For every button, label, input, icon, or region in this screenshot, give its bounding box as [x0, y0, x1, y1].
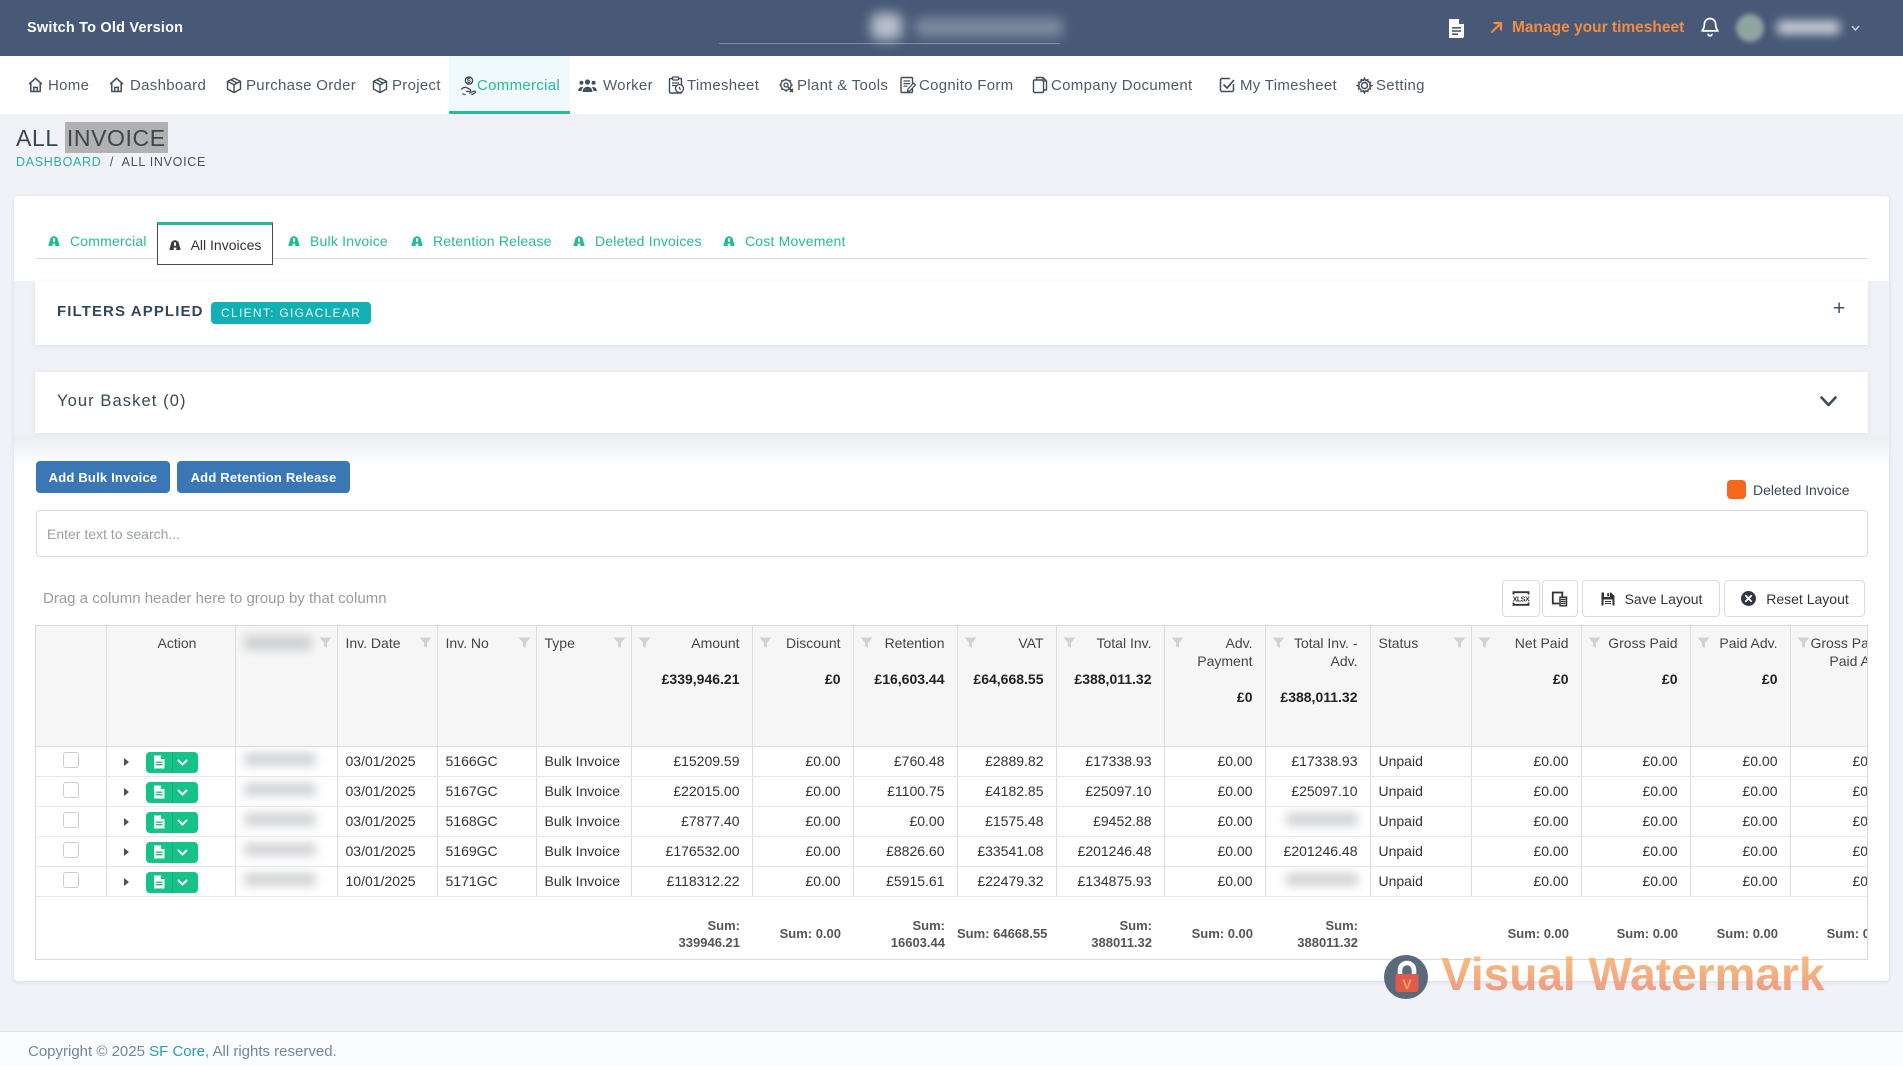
- svg-text:XLSX: XLSX: [1513, 596, 1530, 603]
- svg-text:$: $: [467, 78, 471, 85]
- svg-text:V: V: [1402, 976, 1412, 992]
